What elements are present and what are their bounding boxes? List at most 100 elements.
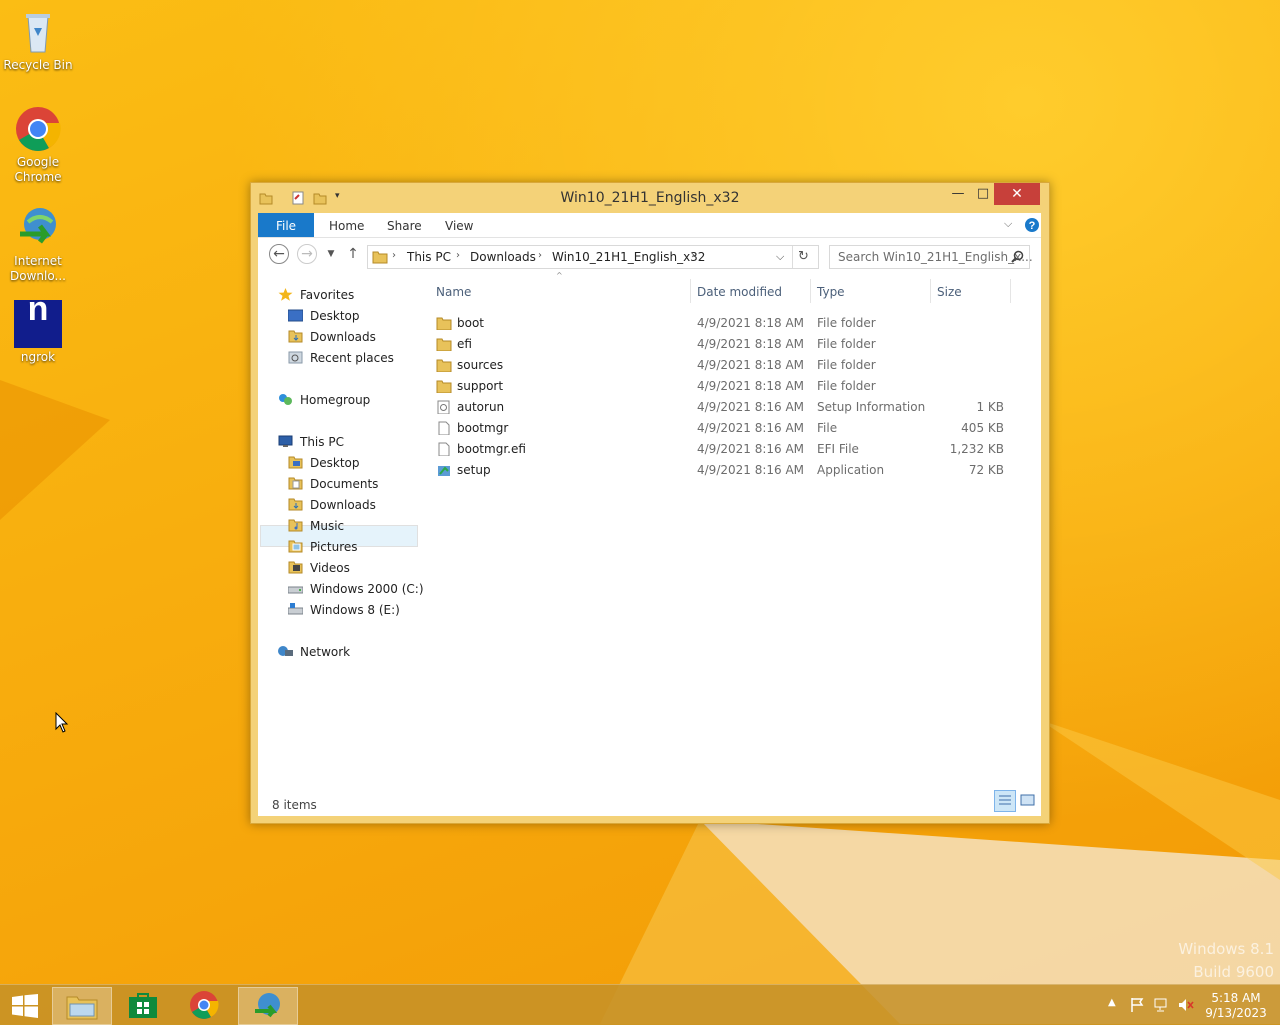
file-type: Setup Information — [817, 400, 926, 414]
column-header-size[interactable]: Size — [937, 285, 962, 299]
breadcrumb-downloads[interactable]: Downloads — [470, 250, 536, 264]
search-box[interactable]: Search Win10_21H1_English_x... — [829, 245, 1033, 269]
file-size: 1 KB — [976, 400, 1004, 414]
taskbar-file-explorer[interactable] — [52, 987, 112, 1025]
details-view-icon — [999, 795, 1011, 805]
tab-file[interactable]: File — [258, 213, 314, 237]
file-row[interactable]: setup 4/9/2021 8:16 AM Application 72 KB — [434, 460, 1034, 481]
file-date-modified: 4/9/2021 8:16 AM — [697, 442, 805, 456]
column-divider — [810, 279, 811, 303]
details-view-button[interactable] — [994, 790, 1016, 812]
title-bar[interactable]: ▾ Win10_21H1_English_x32 — □ ✕ — [251, 183, 1049, 213]
homegroup-icon — [279, 394, 292, 405]
column-header-type[interactable]: Type — [817, 285, 845, 299]
pictures-folder-icon — [288, 540, 303, 553]
file-row[interactable]: bootmgr 4/9/2021 8:16 AM File 405 KB — [434, 418, 1034, 439]
desktop-icon-internet-download-manager[interactable]: Internet Downlo... — [0, 204, 76, 284]
file-date-modified: 4/9/2021 8:16 AM — [697, 421, 805, 435]
hard-drive-icon — [288, 586, 303, 594]
store-icon — [129, 993, 157, 1018]
file-explorer-icon — [66, 996, 98, 1020]
up-arrow-icon[interactable]: ↑ — [343, 244, 363, 264]
taskbar: ▲ 5:18 AM 9/13/2023 — [0, 984, 1280, 1025]
help-icon[interactable]: ? — [1024, 217, 1040, 233]
search-input[interactable]: Search Win10_21H1_English_x... — [838, 250, 1033, 264]
file-row[interactable]: efi 4/9/2021 8:18 AM File folder — [434, 334, 1034, 355]
ribbon-tab-bar: File Home Share View ⌵ ? — [258, 213, 1041, 238]
maximize-button[interactable]: □ — [970, 183, 996, 205]
file-date-modified: 4/9/2021 8:18 AM — [697, 316, 805, 330]
window-title: Win10_21H1_English_x32 — [560, 190, 740, 206]
column-divider — [1010, 279, 1011, 303]
recent-locations-chevron-icon[interactable]: ▼ — [321, 244, 341, 264]
nav-label: Downloads — [310, 330, 376, 344]
sort-ascending-icon: ^ — [556, 271, 563, 280]
back-arrow-icon[interactable]: ← — [269, 244, 289, 264]
file-name: bootmgr.efi — [457, 442, 526, 456]
desktop-icon — [288, 309, 303, 322]
address-dropdown-chevron-icon[interactable]: ⌵ — [776, 250, 784, 264]
desktop-icon-recycle-bin[interactable]: Recycle Bin — [0, 8, 76, 73]
close-button[interactable]: ✕ — [994, 183, 1040, 205]
file-row[interactable]: boot 4/9/2021 8:18 AM File folder — [434, 313, 1034, 334]
file-row[interactable]: support 4/9/2021 8:18 AM File folder — [434, 376, 1034, 397]
breadcrumb-current-folder[interactable]: Win10_21H1_English_x32 — [552, 250, 705, 264]
taskbar-store[interactable] — [114, 987, 172, 1023]
taskbar-internet-download-manager[interactable] — [238, 987, 298, 1025]
file-date-modified: 4/9/2021 8:16 AM — [697, 463, 805, 477]
start-button[interactable] — [0, 987, 50, 1023]
music-folder-icon — [288, 519, 303, 532]
file-row[interactable]: sources 4/9/2021 8:18 AM File folder — [434, 355, 1034, 376]
nav-label: Recent places — [310, 351, 394, 365]
nav-label: Downloads — [310, 498, 376, 512]
system-clock[interactable]: 5:18 AM 9/13/2023 — [1200, 991, 1272, 1021]
desktop-icon-ngrok[interactable]: n ngrok — [0, 292, 76, 365]
file-name: setup — [457, 463, 491, 477]
ngrok-icon: n — [14, 292, 62, 348]
file-type: File folder — [817, 337, 876, 351]
file-name: boot — [457, 316, 485, 330]
tab-view[interactable]: View — [445, 213, 473, 237]
nav-label: Desktop — [310, 456, 360, 470]
minimize-button[interactable]: — — [943, 183, 973, 205]
desktop-icon-google-chrome[interactable]: Google Chrome — [0, 105, 76, 185]
large-icons-view-button[interactable] — [1018, 790, 1038, 810]
tab-share[interactable]: Share — [387, 213, 422, 237]
file-type: File folder — [817, 379, 876, 393]
downloads-folder-icon — [288, 330, 303, 343]
desktop-icon-label: Recycle Bin — [3, 58, 73, 72]
file-row[interactable]: bootmgr.efi 4/9/2021 8:16 AM EFI File 1,232… — [434, 439, 1034, 460]
nav-label: Windows 2000 (C:) — [310, 582, 424, 596]
expand-ribbon-chevron-icon[interactable]: ⌵ — [1004, 217, 1012, 231]
network-status-icon[interactable] — [1154, 997, 1170, 1013]
file-icon — [438, 442, 450, 456]
file-date-modified: 4/9/2021 8:18 AM — [697, 337, 805, 351]
file-date-modified: 4/9/2021 8:18 AM — [697, 358, 805, 372]
file-row[interactable]: autorun 4/9/2021 8:16 AM Setup Information… — [434, 397, 1034, 418]
file-size: 1,232 KB — [949, 442, 1004, 456]
breadcrumb-this-pc[interactable]: This PC — [407, 250, 451, 264]
nav-label: This PC — [300, 435, 344, 449]
setup-app-icon — [438, 466, 450, 476]
search-icon[interactable] — [1011, 250, 1024, 263]
address-bar[interactable]: › This PC › Downloads › Win10_21H1_Engli… — [367, 245, 819, 269]
tab-home[interactable]: Home — [329, 213, 364, 237]
recent-places-icon — [288, 351, 303, 364]
chrome-icon — [190, 991, 219, 1019]
forward-arrow-icon[interactable]: → — [297, 244, 317, 264]
recycle-bin-icon — [14, 8, 62, 56]
file-type: File — [817, 421, 838, 435]
column-header-date-modified[interactable]: Date modified — [697, 285, 782, 299]
nav-label: Desktop — [310, 309, 360, 323]
nav-label: Favorites — [300, 288, 355, 302]
file-type: File folder — [817, 316, 876, 330]
refresh-icon[interactable]: ↻ — [798, 249, 809, 264]
column-divider — [930, 279, 931, 303]
show-hidden-icons-chevron-icon[interactable]: ▲ — [1108, 997, 1116, 1008]
taskbar-chrome[interactable] — [176, 987, 234, 1023]
watermark-line-1: Windows 8.1 — [1178, 940, 1274, 958]
column-header-name[interactable]: Name — [436, 285, 471, 299]
action-center-flag-icon[interactable] — [1130, 997, 1146, 1013]
file-name: sources — [457, 358, 504, 372]
volume-muted-icon[interactable] — [1178, 997, 1194, 1013]
